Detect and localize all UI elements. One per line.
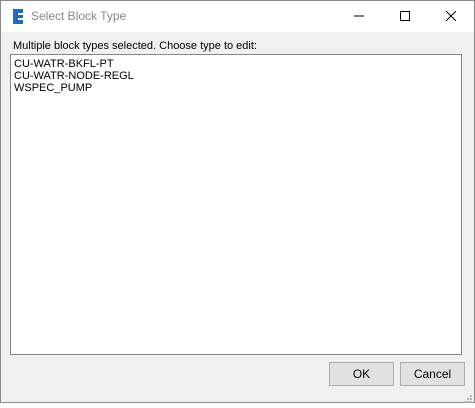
minimize-button[interactable]: [336, 1, 382, 32]
title-bar[interactable]: Select Block Type: [1, 1, 474, 32]
minimize-icon: [354, 8, 364, 26]
resize-grip-icon[interactable]: [462, 390, 472, 403]
block-type-list[interactable]: CU-WATR-BKFL-PT CU-WATR-NODE-REGL WSPEC_…: [10, 54, 462, 355]
cancel-button[interactable]: Cancel: [400, 362, 465, 386]
ok-button[interactable]: OK: [329, 362, 394, 386]
select-block-type-dialog: Select Block Type Multiple block types s…: [0, 0, 475, 403]
list-item[interactable]: CU-WATR-BKFL-PT: [14, 58, 114, 70]
list-item[interactable]: WSPEC_PUMP: [14, 82, 92, 94]
close-icon: [445, 8, 457, 26]
prompt-label: Multiple block types selected. Choose ty…: [13, 40, 257, 52]
close-button[interactable]: [428, 1, 474, 32]
window-title: Select Block Type: [31, 9, 127, 23]
maximize-icon: [400, 8, 410, 26]
civil-app-icon: [10, 8, 26, 25]
list-item[interactable]: CU-WATR-NODE-REGL: [14, 70, 134, 82]
maximize-button[interactable]: [382, 1, 428, 32]
